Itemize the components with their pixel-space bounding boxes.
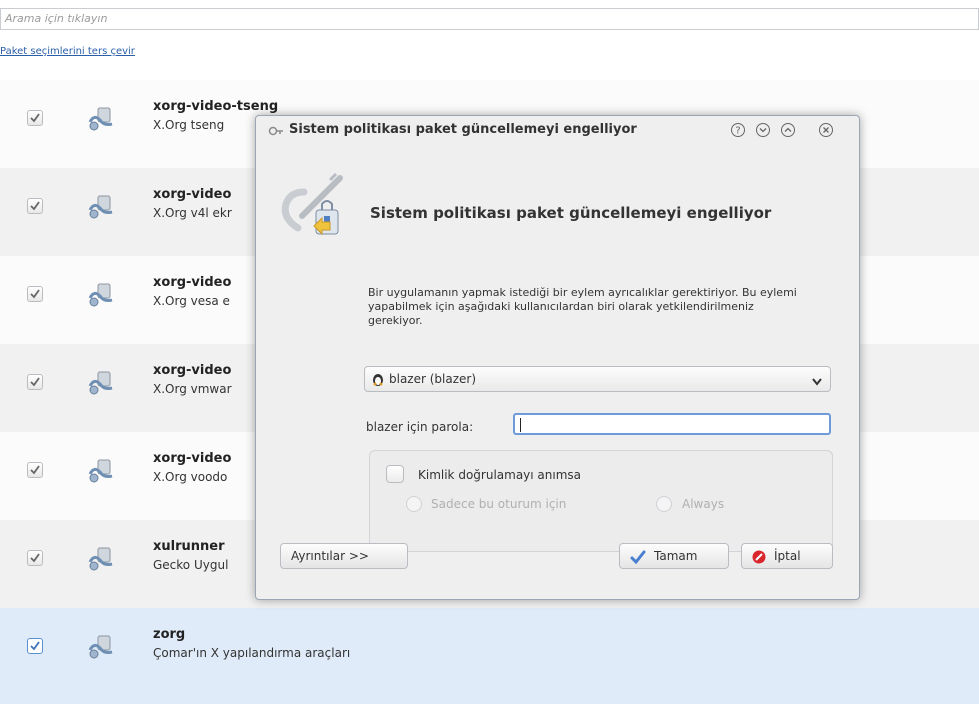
user-icon <box>372 372 384 389</box>
chevron-down-icon <box>812 375 822 389</box>
package-icon <box>86 280 116 310</box>
package-icon <box>86 456 116 486</box>
radio-always-label: Always <box>682 497 725 511</box>
package-icon <box>86 104 116 134</box>
ok-button[interactable]: Tamam <box>619 543 729 569</box>
text-caret <box>520 418 521 432</box>
package-checkbox[interactable] <box>27 286 43 302</box>
package-name: xorg-video <box>153 363 232 378</box>
details-button[interactable]: Ayrıntılar >> <box>280 543 408 569</box>
package-checkbox[interactable] <box>27 110 43 126</box>
package-checkbox[interactable] <box>27 638 43 654</box>
remember-checkbox[interactable] <box>386 465 404 483</box>
package-name: zorg <box>153 627 186 642</box>
package-description: X.Org vesa e <box>153 294 230 308</box>
dialog-heading: Sistem politikası paket güncellemeyi eng… <box>370 204 772 222</box>
invert-selection-link[interactable]: Paket seçimlerini ters çevir <box>0 46 135 57</box>
radio-always[interactable] <box>656 496 672 512</box>
package-description: X.Org voodo <box>153 470 228 484</box>
dialog-message: Bir uygulamanın yapmak istediği bir eyle… <box>368 286 797 327</box>
details-button-label: Ayrıntılar >> <box>291 549 369 563</box>
package-description: X.Org v4l ekr <box>153 206 232 220</box>
maximize-icon[interactable] <box>780 122 796 138</box>
close-icon[interactable] <box>818 122 834 138</box>
package-name: xorg-video <box>153 275 232 290</box>
package-checkbox[interactable] <box>27 374 43 390</box>
package-checkbox[interactable] <box>27 550 43 566</box>
remember-label: Kimlik doğrulamayı anımsa <box>418 468 582 482</box>
keys-lock-icon <box>274 166 354 249</box>
package-icon <box>86 632 116 662</box>
package-checkbox[interactable] <box>27 198 43 214</box>
auth-dialog: Sistem politikası paket güncellemeyi eng… <box>255 115 860 600</box>
checkmark-icon <box>630 550 646 567</box>
password-label: blazer için parola: <box>366 420 474 434</box>
package-description: Çomar'ın X yapılandırma araçları <box>153 646 351 660</box>
minimize-icon[interactable] <box>755 122 771 138</box>
package-checkbox[interactable] <box>27 462 43 478</box>
package-name: xorg-video <box>153 451 232 466</box>
package-description: Gecko Uygul <box>153 558 229 572</box>
package-row-selected[interactable]: zorg Çomar'ın X yapılandırma araçları <box>0 608 979 704</box>
package-icon <box>86 368 116 398</box>
dialog-title: Sistem politikası paket güncellemeyi eng… <box>289 122 637 137</box>
cancel-button-label: İptal <box>774 549 801 563</box>
radio-session-label: Sadece bu oturum için <box>431 497 567 511</box>
package-name: xulrunner <box>153 539 225 554</box>
cancel-icon <box>752 550 766 567</box>
search-input[interactable]: Arama için tıklayın <box>0 8 979 30</box>
package-description: X.Org tseng <box>153 118 225 132</box>
user-select[interactable]: blazer (blazer) <box>364 366 831 392</box>
cancel-button[interactable]: İptal <box>741 543 833 569</box>
user-select-value: blazer (blazer) <box>389 372 477 386</box>
help-icon[interactable]: ? <box>730 122 746 138</box>
password-field[interactable] <box>513 413 831 435</box>
ok-button-label: Tamam <box>654 549 698 563</box>
dialog-titlebar[interactable]: Sistem politikası paket güncellemeyi eng… <box>256 116 859 146</box>
package-icon <box>86 192 116 222</box>
package-name: xorg-video <box>153 187 232 202</box>
svg-text:?: ? <box>735 126 740 137</box>
radio-session[interactable] <box>406 496 422 512</box>
key-icon <box>268 124 284 141</box>
package-description: X.Org vmwar <box>153 382 232 396</box>
package-icon <box>86 544 116 574</box>
package-name: xorg-video-tseng <box>153 99 279 114</box>
